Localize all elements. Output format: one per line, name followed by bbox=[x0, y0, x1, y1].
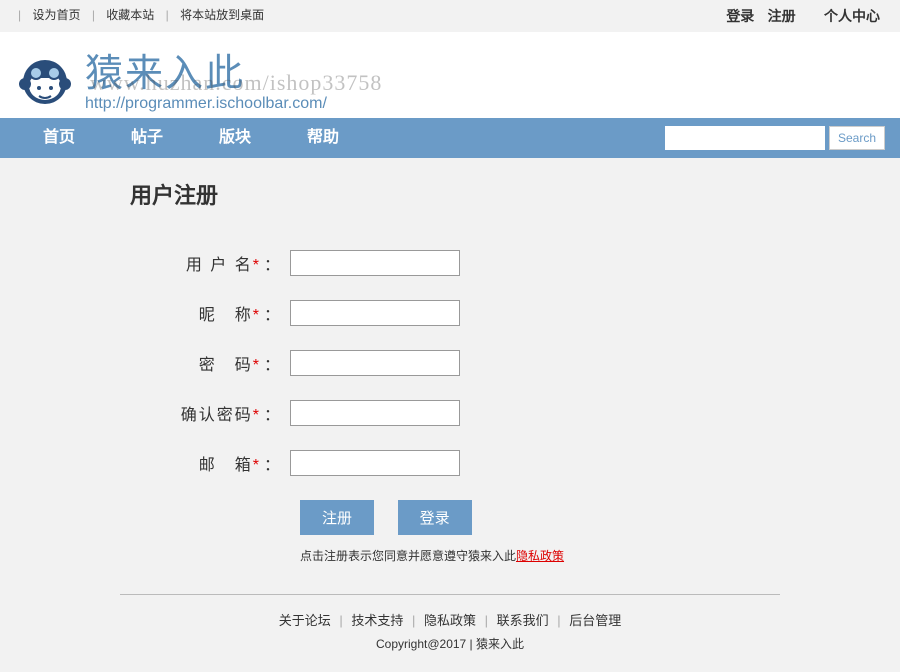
site-url: http://programmer.ischoolbar.com/ bbox=[85, 95, 327, 113]
register-button[interactable]: 注册 bbox=[300, 500, 374, 535]
label-username: 用 户 名*： bbox=[0, 251, 290, 275]
input-username[interactable] bbox=[290, 250, 460, 276]
button-row: 注册 登录 bbox=[300, 500, 900, 535]
label-nickname: 昵 称*： bbox=[0, 301, 290, 325]
nav-posts[interactable]: 帖子 bbox=[103, 118, 191, 158]
row-username: 用 户 名*： bbox=[0, 250, 900, 276]
top-bar-right: 登录 注册 个人中心 bbox=[721, 6, 885, 26]
top-bar-left: | 设为首页 | 收藏本站 | 将本站放到桌面 bbox=[15, 6, 269, 26]
top-bar: | 设为首页 | 收藏本站 | 将本站放到桌面 登录 注册 个人中心 bbox=[0, 0, 900, 32]
main-content: 用户注册 用 户 名*： 昵 称*： 密 码*： 确认密码*： 邮 箱*： 注册… bbox=[0, 158, 900, 594]
nav-home[interactable]: 首页 bbox=[15, 118, 103, 158]
link-favorite[interactable]: 收藏本站 bbox=[106, 8, 154, 22]
privacy-policy-link[interactable]: 隐私政策 bbox=[516, 549, 564, 563]
footer-about[interactable]: 关于论坛 bbox=[279, 613, 331, 628]
footer-links: 关于论坛 | 技术支持 | 隐私政策 | 联系我们 | 后台管理 bbox=[0, 610, 900, 629]
footer-contact[interactable]: 联系我们 bbox=[497, 613, 549, 628]
input-confirm-password[interactable] bbox=[290, 400, 460, 426]
footer-tech[interactable]: 技术支持 bbox=[351, 613, 403, 628]
input-nickname[interactable] bbox=[290, 300, 460, 326]
link-register[interactable]: 注册 bbox=[768, 8, 796, 24]
row-nickname: 昵 称*： bbox=[0, 300, 900, 326]
row-confirm: 确认密码*： bbox=[0, 400, 900, 426]
footer-privacy[interactable]: 隐私政策 bbox=[424, 613, 476, 628]
input-password[interactable] bbox=[290, 350, 460, 376]
copyright: Copyright@2017 | 猿来入此 bbox=[0, 635, 900, 652]
nav-help[interactable]: 帮助 bbox=[279, 118, 367, 158]
agree-text: 点击注册表示您同意并愿意遵守猿来入此 bbox=[300, 549, 516, 563]
main-nav: 首页 帖子 版块 帮助 Search bbox=[0, 118, 900, 158]
search-input[interactable] bbox=[665, 126, 825, 150]
footer: 关于论坛 | 技术支持 | 隐私政策 | 联系我们 | 后台管理 Copyrig… bbox=[0, 595, 900, 672]
label-confirm: 确认密码*： bbox=[0, 401, 290, 425]
watermark: www.huzhan.com/ishop33758 bbox=[90, 70, 382, 96]
link-login[interactable]: 登录 bbox=[726, 8, 754, 24]
input-email[interactable] bbox=[290, 450, 460, 476]
nav-boards[interactable]: 版块 bbox=[191, 118, 279, 158]
row-password: 密 码*： bbox=[0, 350, 900, 376]
row-email: 邮 箱*： bbox=[0, 450, 900, 476]
monkey-logo-icon bbox=[15, 48, 75, 108]
link-set-home[interactable]: 设为首页 bbox=[32, 8, 80, 22]
link-user-center[interactable]: 个人中心 bbox=[824, 8, 880, 24]
link-desktop[interactable]: 将本站放到桌面 bbox=[180, 8, 264, 22]
login-button[interactable]: 登录 bbox=[398, 500, 472, 535]
footer-admin[interactable]: 后台管理 bbox=[569, 613, 621, 628]
header: 猿来入此 http://programmer.ischoolbar.com/ w… bbox=[0, 32, 900, 118]
label-password: 密 码*： bbox=[0, 351, 290, 375]
search-button[interactable]: Search bbox=[829, 126, 885, 150]
label-email: 邮 箱*： bbox=[0, 451, 290, 475]
agree-note: 点击注册表示您同意并愿意遵守猿来入此隐私政策 bbox=[300, 547, 900, 564]
page-title: 用户注册 bbox=[130, 178, 900, 210]
